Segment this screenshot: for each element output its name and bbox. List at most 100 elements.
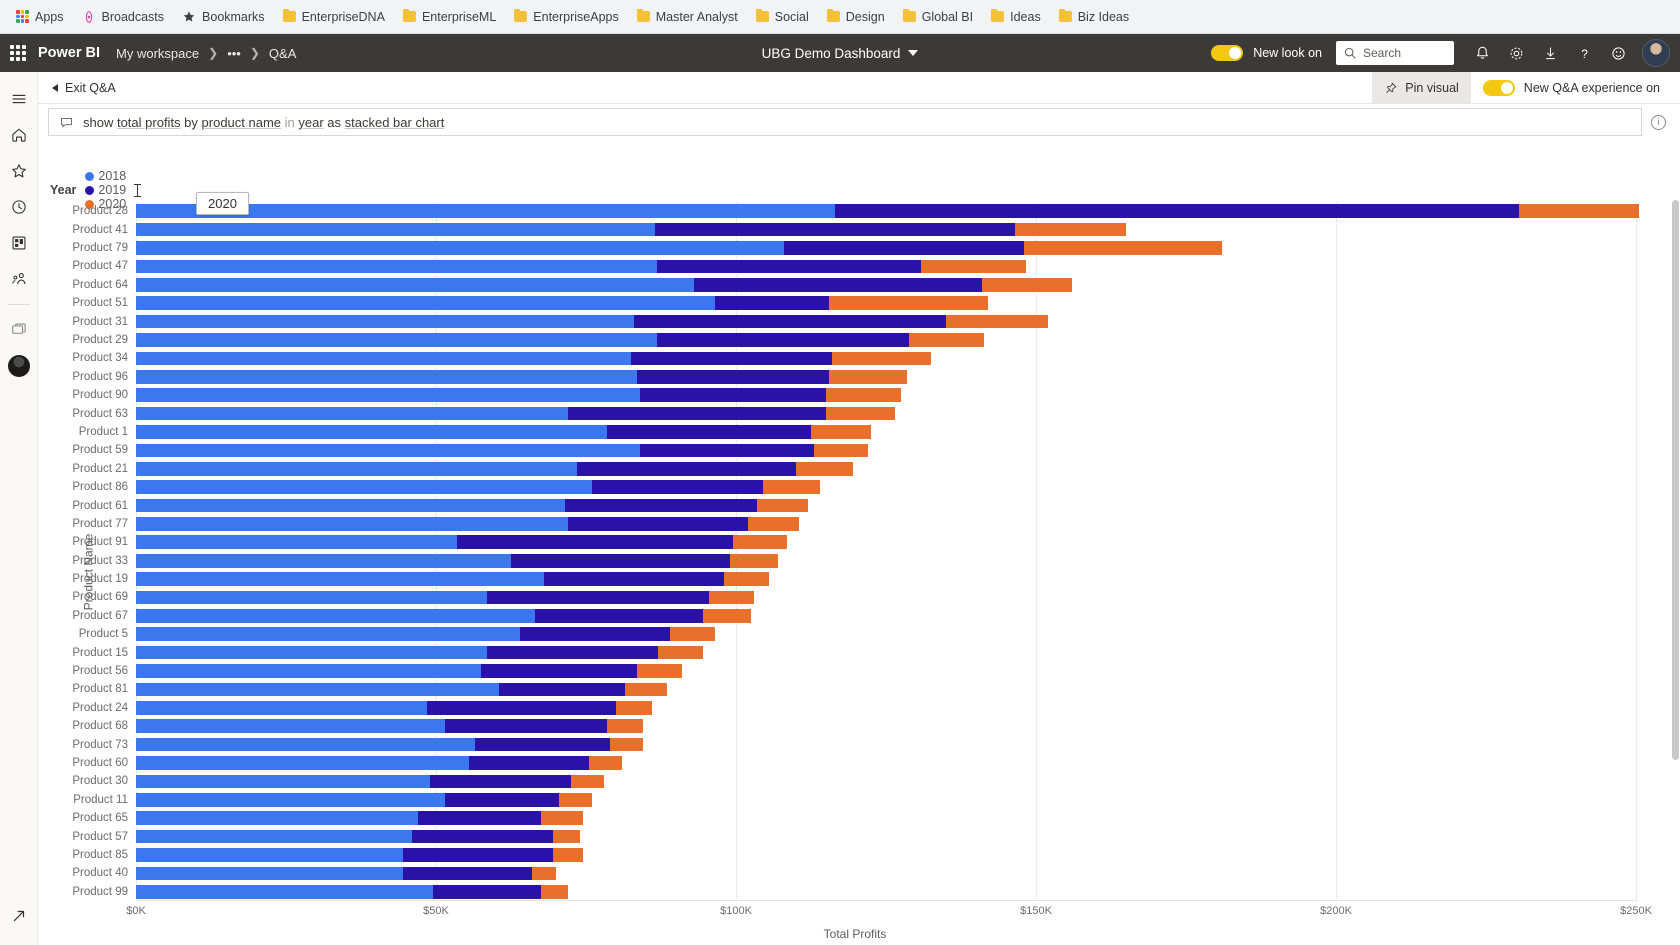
bookmark-enterprisedna[interactable]: EnterpriseDNA (275, 6, 393, 28)
legend-item-2018[interactable]: 2018 (85, 169, 126, 183)
qa-experience-toggle[interactable] (1482, 79, 1515, 96)
bar-segment-2018[interactable] (136, 443, 640, 458)
scrollbar-thumb[interactable] (1672, 200, 1679, 760)
bar-row[interactable]: Product 28 (72, 202, 1639, 220)
bar-segment-2019[interactable] (418, 811, 541, 826)
bar-segment-2019[interactable] (565, 498, 757, 513)
bar-segment-2019[interactable] (535, 609, 703, 623)
bar-segment-2018[interactable] (136, 241, 784, 255)
stacked-bar[interactable] (136, 406, 895, 421)
bar-segment-2020[interactable] (730, 553, 778, 568)
sidebar-item-home[interactable] (2, 118, 36, 152)
bar-segment-2018[interactable] (136, 498, 565, 513)
bar-segment-2020[interactable] (832, 351, 931, 366)
bar-segment-2018[interactable] (136, 351, 631, 366)
bar-row[interactable]: Product 69 (72, 588, 1636, 606)
bar-segment-2020[interactable] (625, 682, 667, 697)
bar-segment-2018[interactable] (136, 590, 487, 605)
bar-segment-2020[interactable] (1519, 204, 1639, 218)
bar-segment-2018[interactable] (136, 406, 568, 421)
bar-row[interactable]: Product 64 (72, 276, 1636, 294)
bar-segment-2019[interactable] (481, 664, 637, 678)
bar-segment-2020[interactable] (829, 369, 907, 384)
bar-segment-2018[interactable] (136, 884, 433, 899)
stacked-bar[interactable] (136, 811, 583, 826)
bar-segment-2018[interactable] (136, 222, 655, 237)
bar-segment-2019[interactable] (655, 222, 1015, 237)
bar-segment-2020[interactable] (826, 388, 901, 402)
bar-segment-2018[interactable] (136, 701, 427, 715)
bar-segment-2020[interactable] (763, 480, 820, 494)
bar-row[interactable]: Product 56 (72, 662, 1636, 680)
query-token-7[interactable]: stacked bar chart (345, 115, 445, 130)
bar-row[interactable]: Product 1 (79, 423, 1636, 441)
bar-segment-2018[interactable] (136, 811, 418, 826)
bar-segment-2018[interactable] (136, 793, 445, 807)
bar-row[interactable]: Product 81 (72, 680, 1636, 698)
bar-row[interactable]: Product 63 (72, 404, 1636, 422)
bar-segment-2020[interactable] (1015, 222, 1126, 237)
hamburger-menu-icon[interactable] (2, 82, 36, 116)
bar-segment-2020[interactable] (541, 884, 568, 899)
bar-row[interactable]: Product 47 (72, 257, 1636, 275)
bar-segment-2018[interactable] (136, 333, 657, 347)
legend-item-2019[interactable]: 2019 (85, 183, 126, 197)
stacked-bar[interactable] (136, 498, 808, 513)
bar-row[interactable]: Product 19 (72, 570, 1636, 588)
bar-segment-2019[interactable] (475, 737, 610, 752)
bar-segment-2019[interactable] (640, 388, 826, 402)
stacked-bar[interactable] (136, 719, 643, 734)
bar-segment-2020[interactable] (637, 664, 682, 678)
bookmark-broadcasts[interactable]: Broadcasts (74, 6, 173, 28)
bar-segment-2019[interactable] (499, 682, 625, 697)
stacked-bar[interactable] (136, 535, 787, 550)
bar-row[interactable]: Product 29 (72, 331, 1636, 349)
bar-segment-2018[interactable] (136, 553, 511, 568)
bookmark-apps[interactable]: Apps (8, 6, 72, 28)
pin-visual-button[interactable]: Pin visual (1372, 72, 1471, 103)
stacked-bar[interactable] (136, 351, 931, 366)
exit-qa-button[interactable]: Exit Q&A (44, 77, 124, 99)
stacked-bar[interactable] (136, 627, 715, 642)
bar-segment-2020[interactable] (616, 701, 652, 715)
bar-segment-2018[interactable] (136, 517, 568, 531)
bar-segment-2020[interactable] (757, 498, 808, 513)
bar-segment-2019[interactable] (403, 848, 553, 862)
bar-segment-2020[interactable] (610, 737, 643, 752)
stacked-bar[interactable] (136, 553, 778, 568)
sidebar-item-my-workspace[interactable] (2, 349, 36, 383)
bar-segment-2018[interactable] (136, 572, 544, 586)
bar-segment-2018[interactable] (136, 259, 657, 274)
bar-segment-2019[interactable] (656, 259, 921, 274)
get-data-icon[interactable] (2, 899, 36, 933)
bar-segment-2020[interactable] (829, 296, 988, 310)
query-token-1[interactable]: total profits (117, 115, 181, 130)
sidebar-item-workspaces[interactable] (2, 313, 36, 347)
bar-segment-2019[interactable] (656, 333, 909, 347)
bar-row[interactable]: Product 59 (72, 441, 1636, 459)
bar-segment-2019[interactable] (433, 884, 541, 899)
bar-segment-2019[interactable] (568, 517, 748, 531)
bar-segment-2020[interactable] (553, 829, 580, 844)
query-token-5[interactable]: year (298, 115, 323, 130)
bar-row[interactable]: Product 91 (72, 533, 1636, 551)
stacked-bar[interactable] (136, 737, 643, 752)
bar-segment-2020[interactable] (553, 848, 583, 862)
stacked-bar[interactable] (136, 222, 1126, 237)
bar-segment-2019[interactable] (427, 701, 616, 715)
stacked-bar[interactable] (136, 333, 984, 347)
bar-segment-2018[interactable] (136, 627, 520, 642)
stacked-bar[interactable] (136, 241, 1222, 255)
bar-segment-2019[interactable] (430, 774, 571, 789)
stacked-bar[interactable] (136, 259, 1026, 274)
bar-segment-2018[interactable] (136, 664, 481, 678)
bar-segment-2019[interactable] (456, 535, 733, 550)
bar-segment-2020[interactable] (559, 793, 592, 807)
bar-row[interactable]: Product 96 (72, 368, 1636, 386)
report-title-dropdown[interactable]: UBG Demo Dashboard (762, 46, 919, 61)
bar-row[interactable]: Product 40 (72, 864, 1636, 882)
bar-row[interactable]: Product 99 (72, 883, 1636, 901)
settings-gear-icon[interactable] (1500, 37, 1532, 69)
sidebar-item-apps[interactable] (2, 226, 36, 260)
stacked-bar[interactable] (136, 829, 580, 844)
